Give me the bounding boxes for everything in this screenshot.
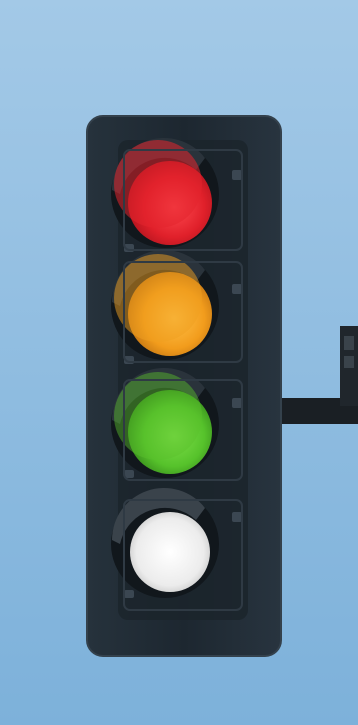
traffic-light-photo bbox=[0, 0, 358, 725]
photo-canvas bbox=[0, 0, 358, 725]
